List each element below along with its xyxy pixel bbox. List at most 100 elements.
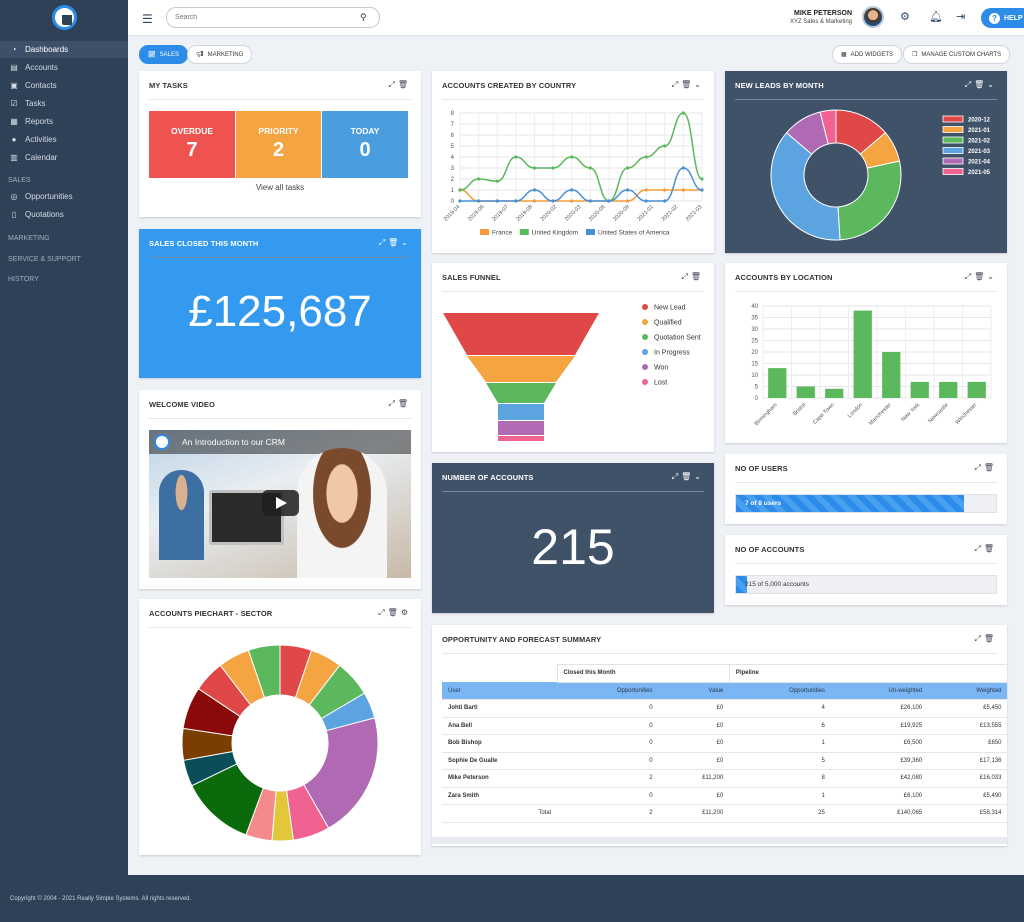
trash-icon[interactable]: 🗑︎ — [984, 634, 997, 643]
expand-icon[interactable]: ⤢ — [965, 272, 974, 281]
play-icon — [276, 497, 287, 509]
data-point — [532, 199, 537, 203]
search-icon[interactable]: ⚲ — [360, 12, 367, 23]
chevron-down-icon[interactable]: ⌄ — [694, 472, 704, 481]
search-input[interactable] — [166, 7, 380, 28]
trash-icon[interactable]: 🗑︎ — [681, 472, 694, 481]
chevron-down-icon[interactable]: ⌄ — [987, 80, 997, 89]
today-box[interactable]: TODAY 0 — [322, 111, 408, 178]
horizontal-scrollbar[interactable] — [432, 837, 1007, 844]
column-header[interactable]: Opportunities — [557, 682, 659, 700]
sidebar-item-accounts[interactable]: ▤ Accounts — [0, 59, 128, 76]
trash-icon[interactable]: 🗑︎ — [398, 399, 411, 408]
legend-label: In Progress — [654, 350, 690, 357]
table-row[interactable]: Mike Peterson 2 £11,200 8 £42,080 £16,033 — [442, 769, 1007, 788]
sidebar-item-reports[interactable]: ▦ Reports — [0, 113, 128, 130]
data-point — [681, 188, 685, 192]
sidebar-section-history[interactable]: HISTORY — [8, 276, 39, 283]
divider — [735, 563, 997, 564]
avatar[interactable] — [862, 6, 884, 28]
sidebar-section-sales[interactable]: SALES — [8, 177, 31, 184]
table-row[interactable]: Bob Bishop 0 £0 1 £6,500 £650 — [442, 734, 1007, 753]
table-row[interactable]: Ana Bell 0 £0 6 £19,925 £13,555 — [442, 717, 1007, 735]
settings-icon[interactable]: ⚙ — [900, 10, 910, 23]
expand-icon[interactable]: ⤢ — [974, 463, 983, 472]
help-button[interactable]: ? HELP — [981, 8, 1024, 28]
manage-custom-charts-button[interactable]: ❐ MANAGE CUSTOM CHARTS — [903, 45, 1011, 64]
sidebar-item-tasks[interactable]: ☑ Tasks — [0, 95, 128, 112]
sidebar-section-marketing[interactable]: MARKETING — [8, 235, 50, 242]
sidebar-item-quotations[interactable]: ▯ Quotations — [0, 206, 128, 223]
bar — [882, 352, 901, 398]
table-row[interactable]: Johti Barti 0 £0 4 £26,100 £5,450 — [442, 699, 1007, 718]
table-row[interactable]: Sophie De Gualle 0 £0 5 £39,360 £17,136 — [442, 752, 1007, 770]
sidebar-item-calendar[interactable]: ▥ Calendar — [0, 149, 128, 166]
sidebar-item-contacts[interactable]: ▣ Contacts — [0, 77, 128, 94]
view-all-tasks-link[interactable]: View all tasks — [139, 183, 421, 192]
chevron-down-icon[interactable]: ⌄ — [401, 238, 411, 247]
sidebar-item-opportunities[interactable]: ◎ Opportunities — [0, 188, 128, 205]
trash-icon[interactable]: 🗑︎ — [974, 80, 987, 89]
sidebar-item-activities[interactable]: ● Activities — [0, 131, 128, 148]
menu-icon[interactable]: ☰ — [142, 12, 153, 26]
trash-icon[interactable]: 🗑︎ — [984, 544, 997, 553]
chevron-down-icon[interactable]: ⌄ — [987, 272, 997, 281]
overdue-box[interactable]: OVERDUE 7 — [149, 111, 235, 178]
app-logo[interactable] — [52, 5, 77, 30]
expand-icon[interactable]: ⤢ — [379, 238, 388, 247]
expand-icon[interactable]: ⤢ — [388, 399, 397, 408]
table-row[interactable]: Zara Smith 0 £0 1 £6,100 £5,490 — [442, 787, 1007, 805]
video-player[interactable]: An Introduction to our CRM — [149, 430, 411, 578]
tab-sales[interactable]: 📈︎ SALES — [139, 45, 188, 64]
no-of-users-card: NO OF USERS ⤢🗑︎ 7 of 8 users — [725, 454, 1007, 524]
priority-box[interactable]: PRIORITY 2 — [236, 111, 321, 178]
trash-icon[interactable]: 🗑︎ — [388, 238, 401, 247]
trash-icon[interactable]: 🗑︎ — [974, 272, 987, 281]
column-header[interactable]: User — [442, 682, 557, 700]
legend-label: New Lead — [654, 305, 686, 312]
gear-icon[interactable]: ⚙ — [401, 608, 411, 617]
sidebar-item-label: Accounts — [25, 63, 58, 72]
trash-icon[interactable]: 🗑︎ — [388, 608, 401, 617]
column-header[interactable]: Opportunities — [729, 682, 831, 700]
sidebar-item-dashboards[interactable]: ◔ Dashboards — [0, 41, 128, 58]
expand-icon[interactable]: ⤢ — [974, 634, 983, 643]
column-header[interactable]: Value — [658, 682, 730, 700]
expand-icon[interactable]: ⤢ — [378, 608, 387, 617]
sidebar-section-service-support[interactable]: SERVICE & SUPPORT — [8, 256, 81, 263]
card-title: ACCOUNTS CREATED BY COUNTRY — [442, 81, 577, 90]
trash-icon[interactable]: 🗑︎ — [984, 463, 997, 472]
trash-icon[interactable]: 🗑︎ — [681, 80, 694, 89]
x-tick-label: 2021-02 — [661, 204, 680, 223]
table-cell: £26,100 — [830, 699, 929, 718]
table-cell: Johti Barti — [442, 699, 557, 718]
bell-icon[interactable]: 🔔︎ — [929, 10, 943, 23]
trash-icon[interactable]: 🗑︎ — [398, 80, 411, 89]
sidebar-item-label: Activities — [25, 135, 57, 144]
sales-closed-card: SALES CLOSED THIS MONTH ⤢🗑︎⌄ £125,687 — [139, 229, 421, 378]
y-tick-label: 5 — [451, 144, 455, 150]
data-point — [681, 166, 685, 170]
expand-icon[interactable]: ⤢ — [672, 80, 681, 89]
expand-icon[interactable]: ⤢ — [672, 472, 681, 481]
expand-icon[interactable]: ⤢ — [388, 80, 397, 89]
card-tools: ⤢🗑︎ — [974, 463, 997, 473]
chevron-down-icon[interactable]: ⌄ — [694, 80, 704, 89]
table-cell: 0 — [557, 787, 659, 805]
tab-marketing[interactable]: 📢︎ MARKETING — [187, 45, 253, 64]
box-label: PRIORITY — [258, 126, 299, 136]
expand-icon[interactable]: ⤢ — [974, 544, 983, 553]
play-button[interactable] — [262, 490, 299, 516]
logout-icon[interactable]: ⇥ — [956, 10, 965, 23]
column-header[interactable]: Weighted — [928, 682, 1007, 700]
dashboard-icon: ◔ — [11, 45, 17, 54]
box-value: 7 — [186, 139, 198, 161]
trash-icon[interactable]: 🗑︎ — [691, 272, 704, 281]
expand-icon[interactable]: ⤢ — [965, 80, 974, 89]
expand-icon[interactable]: ⤢ — [681, 272, 690, 281]
column-header[interactable]: Un-weighted — [830, 682, 929, 700]
card-title: MY TASKS — [149, 81, 188, 90]
person-image — [297, 448, 387, 578]
add-widgets-button[interactable]: ▦ ADD WIDGETS — [832, 45, 903, 64]
divider — [442, 99, 704, 100]
